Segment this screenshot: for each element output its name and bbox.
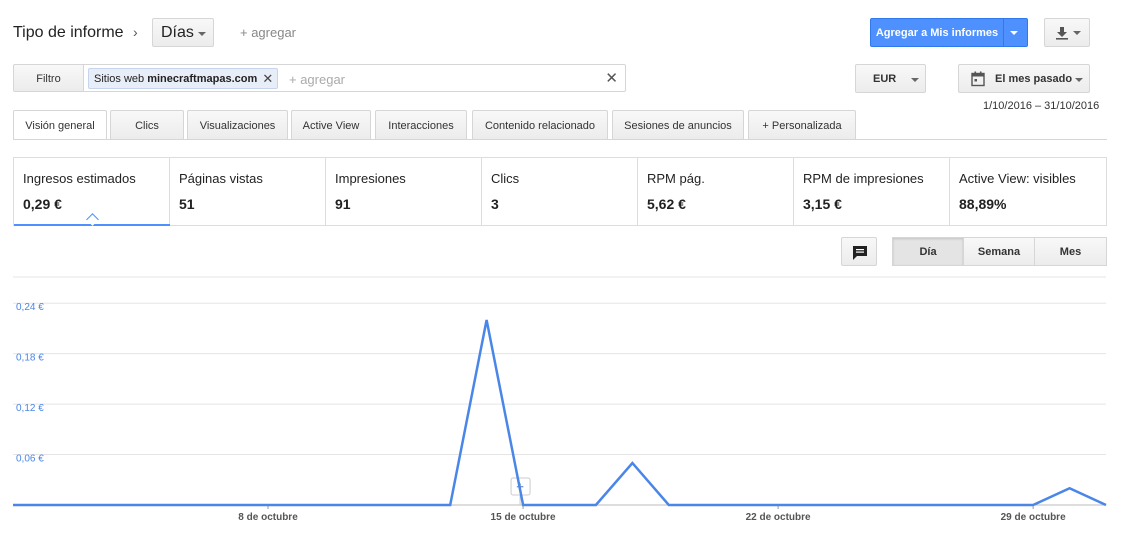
x-tick-label: 15 de octubre [491, 512, 556, 523]
x-tick-label: 29 de octubre [1001, 512, 1066, 523]
revenue-line-chart: 0,06 € 0,12 € 0,18 € 0,24 € 8 de octubre 15 d… [13, 276, 1107, 523]
tab-active-view[interactable]: Active View [291, 110, 371, 139]
x-tick-label: 8 de octubre [238, 512, 298, 523]
add-dimension-link[interactable]: + agregar [240, 25, 296, 40]
tab-sesiones-de-anuncios[interactable]: Sesiones de anuncios [612, 110, 744, 139]
filter-button[interactable]: Filtro [13, 64, 84, 92]
currency-label: EUR [873, 73, 897, 85]
metric-label: Active View: visibles [959, 171, 1076, 186]
filter-chip-prefix: Sitios web [94, 73, 145, 85]
metric-value: 5,62 € [647, 196, 686, 212]
chevron-right-icon: › [133, 24, 138, 40]
metric-label: Páginas vistas [179, 171, 263, 186]
comment-icon [853, 246, 867, 260]
metric-value: 3,15 € [803, 196, 842, 212]
calendar-icon [971, 71, 985, 87]
granularity-dropdown[interactable]: Días [152, 18, 214, 47]
metric-label: Ingresos estimados [23, 171, 136, 186]
close-icon[interactable]: ✕ [262, 71, 273, 87]
tab-vision-general[interactable]: Visión general [13, 110, 107, 140]
caret-down-icon[interactable] [1010, 31, 1018, 35]
metric-ingresos-estimados[interactable]: Ingresos estimados 0,29 € [14, 158, 170, 226]
metric-active-view-visibles[interactable]: Active View: visibles 88,89% [950, 158, 1106, 225]
caret-down-icon [198, 32, 206, 36]
filter-add-input[interactable]: + agregar [289, 72, 345, 87]
y-tick-label: 0,12 € [16, 403, 44, 414]
metric-paginas-vistas[interactable]: Páginas vistas 51 [170, 158, 326, 225]
filter-chip-value: minecraftmapas.com [147, 73, 258, 85]
filter-chip[interactable]: Sitios web minecraftmapas.com ✕ [88, 68, 279, 89]
plus-icon: + [762, 120, 772, 132]
metrics-bar: Ingresos estimados 0,29 € Páginas vistas… [13, 157, 1107, 226]
filter-box[interactable]: Sitios web minecraftmapas.com ✕ + agrega… [84, 64, 626, 92]
date-preset-label: El mes pasado [995, 73, 1073, 85]
series-line [13, 319, 1107, 507]
y-tick-label: 0,18 € [16, 353, 44, 364]
metric-rpm-pag[interactable]: RPM pág. 5,62 € [638, 158, 794, 225]
clear-filter-icon[interactable]: ✕ [605, 69, 618, 87]
metric-value: 0,29 € [23, 196, 62, 212]
add-to-my-reports-button[interactable]: Agregar a Mis informes [870, 18, 1028, 47]
tab-visualizaciones[interactable]: Visualizaciones [187, 110, 288, 139]
metric-label: RPM pág. [647, 171, 705, 186]
metric-label: RPM de impresiones [803, 171, 924, 186]
metric-clics[interactable]: Clics 3 [482, 158, 638, 225]
button-separator [1003, 19, 1004, 46]
granularity-mes-button[interactable]: Mes [1034, 237, 1107, 266]
metric-value: 88,89% [959, 196, 1007, 212]
download-icon [1056, 27, 1068, 40]
metric-label: Impresiones [335, 171, 406, 186]
granularity-semana-button[interactable]: Semana [963, 237, 1035, 266]
caret-down-icon [911, 78, 919, 82]
granularity-dropdown-label: Días [161, 24, 194, 41]
x-tick-label: 22 de octubre [746, 512, 811, 523]
tab-contenido-relacionado[interactable]: Contenido relacionado [472, 110, 608, 139]
tab-personalizada-label: Personalizada [771, 120, 842, 132]
tabs-divider [13, 139, 1107, 140]
caret-down-icon [1075, 78, 1083, 82]
metric-rpm-impresiones[interactable]: RPM de impresiones 3,15 € [794, 158, 950, 225]
metric-value: 91 [335, 196, 351, 212]
report-header: Tipo de informe › Días + agregar Agregar… [0, 0, 1124, 62]
caret-down-icon [1073, 31, 1081, 35]
tab-personalizada[interactable]: + Personalizada [748, 110, 856, 139]
metric-value: 3 [491, 196, 499, 212]
granularity-dia-button[interactable]: Día [892, 237, 964, 266]
date-range-dropdown[interactable]: El mes pasado [958, 64, 1090, 93]
metric-impresiones[interactable]: Impresiones 91 [326, 158, 482, 225]
granularity-toggle: Día Semana Mes [892, 237, 1107, 266]
add-to-my-reports-label: Agregar a Mis informes [875, 27, 999, 39]
metric-value: 51 [179, 196, 195, 212]
annotations-button[interactable] [841, 237, 877, 266]
report-type-title: Tipo de informe [13, 24, 124, 41]
y-tick-label: 0,24 € [16, 302, 44, 313]
metric-label: Clics [491, 171, 520, 186]
download-button[interactable] [1044, 18, 1090, 47]
y-tick-label: 0,06 € [16, 454, 44, 465]
currency-dropdown[interactable]: EUR [855, 64, 926, 93]
tab-interacciones[interactable]: Interacciones [375, 110, 467, 139]
date-range-text: 1/10/2016 – 31/10/2016 [983, 100, 1100, 112]
tab-clics[interactable]: Clics [110, 110, 184, 139]
